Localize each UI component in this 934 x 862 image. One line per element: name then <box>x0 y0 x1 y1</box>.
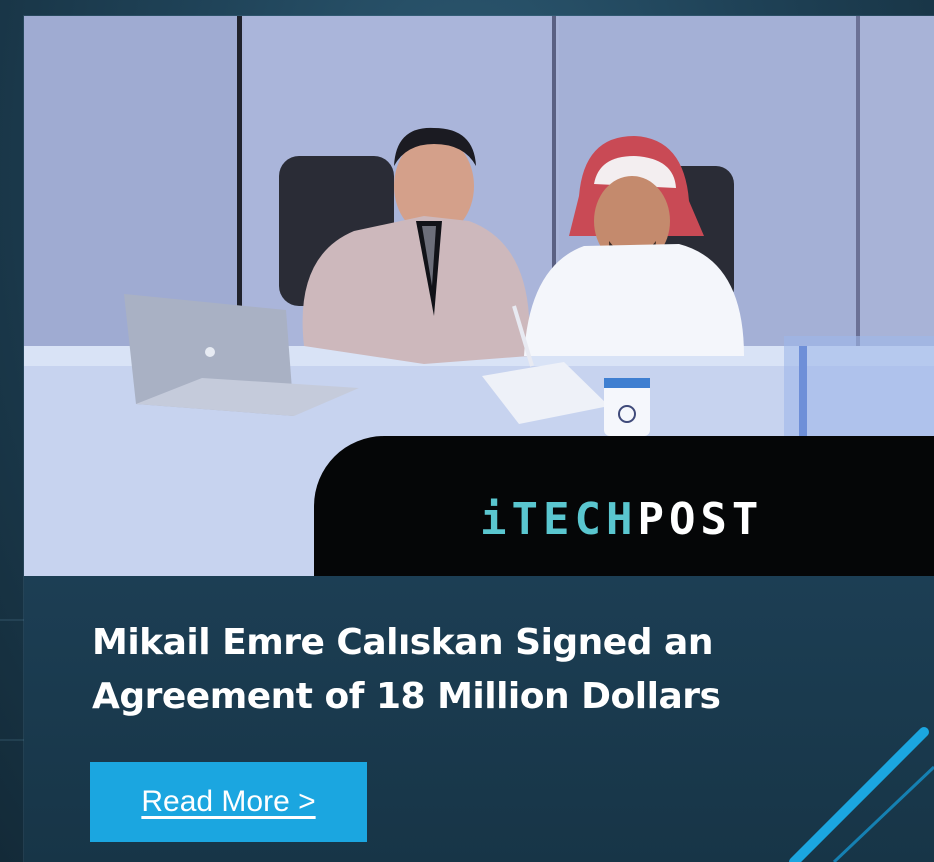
logo-part-post: POST <box>637 494 764 545</box>
brand-logo-panel: iTECHPOST <box>314 436 934 576</box>
decorative-accent-line <box>789 727 934 862</box>
read-more-button[interactable]: Read More > <box>90 762 367 842</box>
meeting-photo[interactable]: iTECHPOST <box>24 16 934 576</box>
itechpost-logo[interactable]: iTECHPOST <box>480 498 763 542</box>
logo-part-itech: iTECH <box>480 494 638 545</box>
news-card[interactable]: iTECHPOST Mikail Emre Calıskan Signed an… <box>24 16 934 862</box>
